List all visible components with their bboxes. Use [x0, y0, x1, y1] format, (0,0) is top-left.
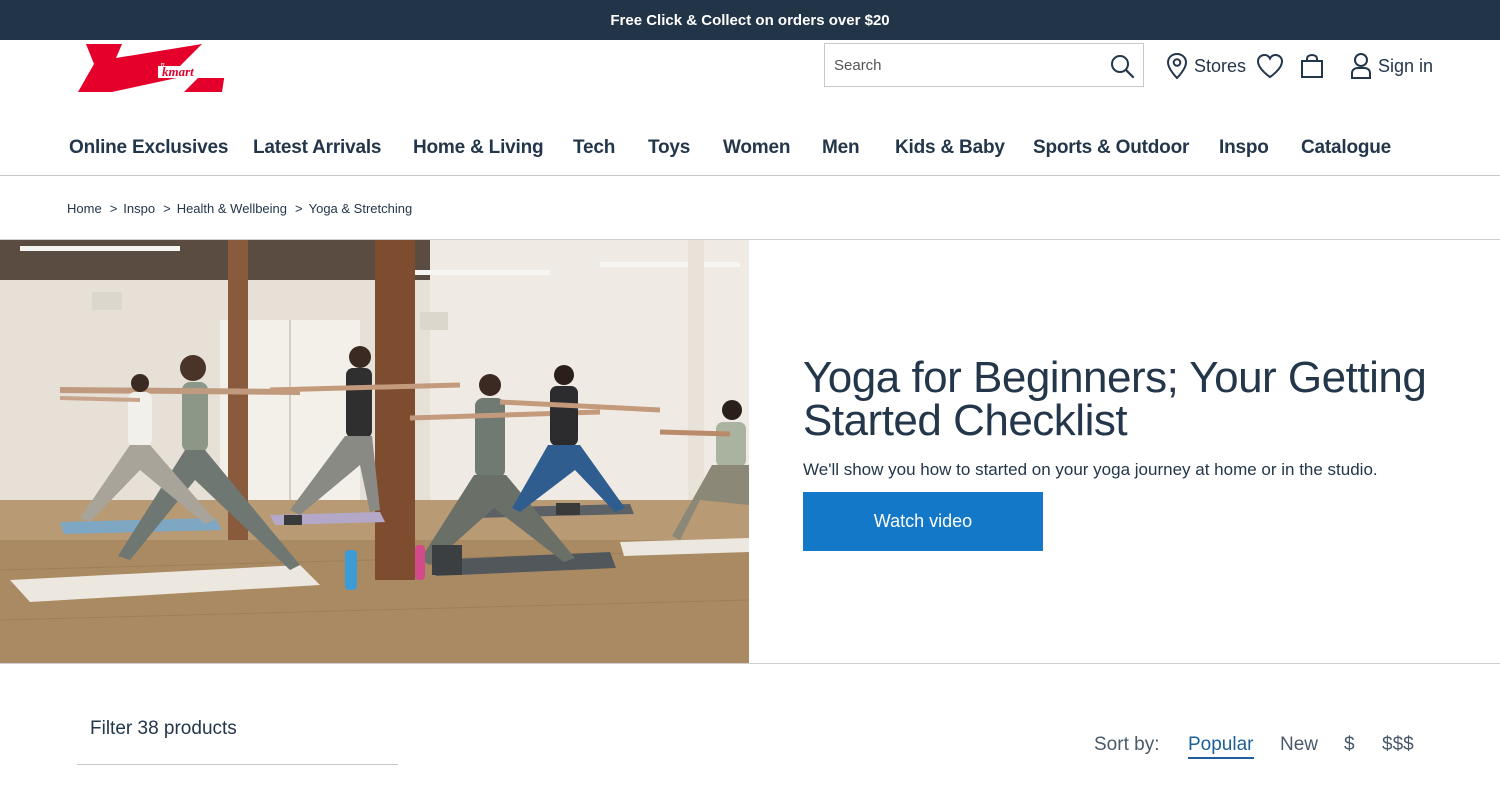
heart-icon: [1256, 53, 1284, 79]
map-pin-icon: [1166, 52, 1188, 80]
promo-text: Free Click & Collect on orders over $20: [610, 11, 890, 29]
breadcrumb-home[interactable]: Home: [67, 201, 102, 216]
cart-button[interactable]: [1300, 53, 1324, 79]
filter-products-toggle[interactable]: Filter 38 products: [90, 718, 237, 740]
breadcrumb-separator: >: [295, 201, 303, 216]
breadcrumb-inspo[interactable]: Inspo: [123, 201, 155, 216]
search-input[interactable]: [834, 56, 1104, 74]
nav-item-home-living[interactable]: Home & Living: [413, 137, 544, 159]
sign-in-label: Sign in: [1378, 55, 1434, 76]
hero-subtitle: We'll show you how to started on your yo…: [803, 460, 1378, 479]
sort-option-price-low[interactable]: $: [1344, 734, 1355, 756]
nav-item-sports-outdoor[interactable]: Sports & Outdoor: [1033, 137, 1189, 159]
sort-option-price-high[interactable]: $$$: [1382, 734, 1414, 756]
svg-text:kmart: kmart: [162, 64, 194, 79]
search-field[interactable]: [824, 43, 1144, 87]
nav-item-tech[interactable]: Tech: [573, 137, 615, 159]
stores-label: Stores: [1194, 55, 1247, 76]
breadcrumb: Home > Inspo > Health & Wellbeing > Yoga…: [67, 201, 412, 216]
promo-banner[interactable]: Free Click & Collect on orders over $20: [0, 0, 1500, 40]
sort-option-new[interactable]: New: [1280, 734, 1318, 756]
nav-item-online-exclusives[interactable]: Online Exclusives: [69, 137, 228, 159]
breadcrumb-health-wellbeing[interactable]: Health & Wellbeing: [177, 201, 287, 216]
nav-item-toys[interactable]: Toys: [648, 137, 690, 159]
sort-option-popular[interactable]: Popular: [1188, 734, 1254, 759]
stores-link[interactable]: Stores: [1160, 52, 1246, 80]
nav-item-kids-baby[interactable]: Kids & Baby: [895, 137, 1005, 159]
sort-label: Sort by:: [1094, 734, 1160, 755]
breadcrumb-yoga-stretching[interactable]: Yoga & Stretching: [309, 201, 413, 216]
hero-title: Yoga for Beginners; Your Getting Started…: [803, 353, 1427, 445]
nav-item-men[interactable]: Men: [822, 137, 860, 159]
nav-item-catalogue[interactable]: Catalogue: [1301, 137, 1391, 159]
breadcrumb-separator: >: [109, 201, 118, 216]
filter-divider: [77, 764, 398, 765]
user-icon: [1350, 52, 1372, 80]
nav-item-inspo[interactable]: Inspo: [1219, 137, 1269, 159]
kmart-logo[interactable]: kmart kmart: [76, 44, 230, 94]
hero-image-yoga-class: [0, 240, 749, 663]
sign-in-link[interactable]: Sign in: [1344, 52, 1433, 80]
breadcrumb-separator: >: [163, 201, 171, 216]
nav-item-latest-arrivals[interactable]: Latest Arrivals: [253, 137, 382, 159]
main-navigation: Online Exclusives Latest Arrivals Home &…: [0, 126, 1500, 176]
watch-video-button[interactable]: Watch video: [803, 492, 1043, 551]
hero-divider-bottom: [0, 663, 1500, 664]
shopping-bag-icon: [1300, 53, 1324, 79]
wishlist-button[interactable]: [1256, 53, 1284, 79]
nav-item-women[interactable]: Women: [723, 137, 790, 159]
search-icon[interactable]: [1109, 53, 1135, 79]
